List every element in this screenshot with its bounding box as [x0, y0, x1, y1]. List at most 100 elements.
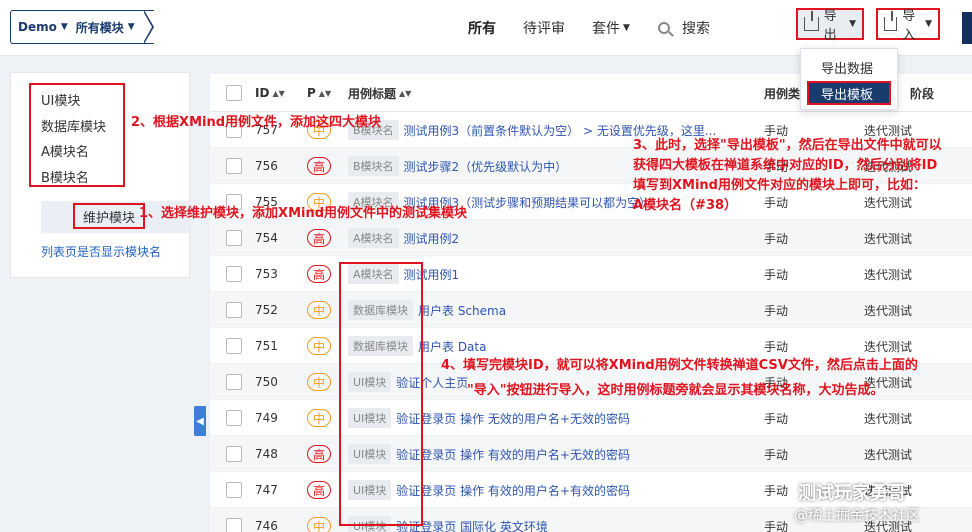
case-id[interactable]: 750 [255, 364, 278, 400]
create-button-edge[interactable] [962, 12, 972, 44]
export-label: 导出 [823, 9, 837, 43]
sort-icon: ▲▼ [318, 88, 332, 98]
annotation-3-line: A模块名（#38） [633, 198, 738, 214]
case-id[interactable]: 753 [255, 256, 278, 292]
table-row[interactable]: 753 高 A模块名 测试用例1 手动 迭代测试 [210, 256, 972, 292]
sidebar-item-b[interactable]: B模块名 [41, 167, 89, 186]
watermark-subtitle: @稀土掘金技术社区 [794, 508, 920, 524]
case-type: 手动 [764, 411, 789, 426]
module-tag: A模块名 [348, 228, 399, 248]
priority-badge: 高 [307, 157, 331, 175]
chevron-down-icon: ▼ [623, 23, 630, 33]
module-tag: B模块名 [348, 156, 399, 176]
annotation-3: 3、此时，选择"导出模板"，然后在导出文件中就可以 获得四大模板在禅道系统中对应… [633, 136, 942, 217]
chevron-down-icon: ▼ [127, 22, 135, 32]
col-priority-label: P [307, 86, 316, 100]
case-id[interactable]: 754 [255, 220, 278, 256]
select-all-checkbox[interactable] [226, 85, 242, 101]
collapse-sidebar-button[interactable]: ◀ [194, 406, 206, 436]
row-checkbox[interactable] [226, 446, 242, 462]
table-row[interactable]: 749 中 UI模块 验证登录页 操作 无效的用户名+无效的密码 手动 迭代测试 [210, 400, 972, 436]
tab-suite[interactable]: 套件 ▼ [592, 0, 630, 56]
case-type: 手动 [764, 231, 789, 246]
case-id[interactable]: 749 [255, 400, 278, 436]
row-checkbox[interactable] [226, 266, 242, 282]
case-title-link[interactable]: 测试用例2 [404, 230, 460, 247]
export-template-item[interactable]: 导出模板 [807, 81, 891, 105]
case-id[interactable]: 752 [255, 292, 278, 328]
priority-badge: 高 [307, 265, 331, 283]
case-id[interactable]: 747 [255, 472, 278, 508]
annotation-3-line: 填写到XMind用例文件对应的模块上即可，比如： [633, 178, 926, 194]
table-row[interactable]: 754 高 A模块名 测试用例2 手动 迭代测试 [210, 220, 972, 256]
case-stage: 迭代测试 [864, 447, 913, 462]
col-id[interactable]: ID ▲▼ [255, 74, 285, 112]
search-icon [658, 22, 670, 34]
sidebar-item-database[interactable]: 数据库模块 [41, 116, 106, 135]
import-icon [884, 11, 898, 31]
product-breadcrumb[interactable]: Demo ▼ 所有模块 ▼ [10, 10, 154, 44]
case-type: 手动 [764, 267, 789, 282]
search-label: 搜索 [682, 21, 710, 37]
product-name[interactable]: Demo [18, 20, 57, 34]
module-name[interactable]: 所有模块 [76, 19, 124, 36]
case-id[interactable]: 751 [255, 328, 278, 364]
chevron-down-icon: ▼ [60, 22, 68, 32]
row-checkbox[interactable] [226, 518, 242, 532]
search-button[interactable]: 搜索 [658, 0, 710, 56]
table-row[interactable]: 752 中数据库模块 用户表 Schema 手动 迭代测试 [210, 292, 972, 328]
row-checkbox[interactable] [226, 374, 242, 390]
case-title-link[interactable]: 验证登录页 操作 无效的用户名+无效的密码 [396, 410, 630, 427]
priority-badge: 高 [307, 445, 331, 463]
annotation-3-line: 3、此时，选择"导出模板"，然后在导出文件中就可以 [633, 138, 942, 153]
annotation-4-line: "导入"按钮进行导入，这时用例标题旁就会显示其模块名称，大功告成。 [467, 382, 884, 398]
annotation-2: 2、根据XMind用例文件，添加这四大模块 [131, 115, 382, 130]
priority-badge: 中 [307, 337, 331, 355]
export-button[interactable]: 导出 ▼ [796, 8, 864, 43]
title-cell: B模块名 测试步骤2（优先级默认为中） [348, 148, 567, 184]
col-stage[interactable]: 阶段 [910, 74, 934, 112]
case-id[interactable]: 756 [255, 148, 278, 184]
show-module-name-link[interactable]: 列表页是否显示模块名 [41, 243, 161, 260]
sort-icon: ▲▼ [272, 88, 285, 98]
case-stage: 迭代测试 [864, 303, 913, 318]
sidebar-item-ui[interactable]: UI模块 [41, 90, 80, 109]
table-row[interactable]: 748 高 UI模块 验证登录页 操作 有效的用户名+无效的密码 手动 迭代测试 [210, 436, 972, 472]
case-title-link[interactable]: 验证登录页 操作 有效的用户名+有效的密码 [396, 482, 630, 499]
tab-review[interactable]: 待评审 [523, 0, 565, 56]
chevron-down-icon: ▼ [849, 19, 856, 29]
watermark-title: 测试玩家勇哥 [798, 483, 906, 504]
row-checkbox[interactable] [226, 230, 242, 246]
export-icon [804, 11, 819, 31]
annotation-4-line: 4、填写完模块ID，就可以将XMind用例文件转换禅道CSV文件，然后点击上面的 [441, 358, 918, 373]
maintain-modules-button[interactable]: 维护模块 [73, 203, 145, 229]
case-title-link[interactable]: 用户表 Data [418, 338, 486, 355]
chevron-left-icon: ◀ [196, 415, 204, 427]
priority-badge: 中 [307, 409, 331, 427]
case-id[interactable]: 748 [255, 436, 278, 472]
row-checkbox[interactable] [226, 482, 242, 498]
priority-badge: 高 [307, 229, 331, 247]
col-priority[interactable]: P ▲▼ [307, 74, 331, 112]
case-stage: 迭代测试 [864, 267, 913, 282]
case-title-link[interactable]: 测试步骤2（优先级默认为中） [404, 158, 568, 175]
case-stage: 迭代测试 [864, 231, 913, 246]
case-title-link[interactable]: 验证登录页 操作 有效的用户名+无效的密码 [396, 446, 630, 463]
import-button[interactable]: 导入 ▼ [876, 8, 940, 43]
row-checkbox[interactable] [226, 410, 242, 426]
tab-all[interactable]: 所有 [468, 0, 496, 56]
tab-suite-label: 套件 [592, 21, 620, 37]
row-checkbox[interactable] [226, 338, 242, 354]
export-data-item[interactable]: 导出数据 [801, 55, 897, 79]
case-title-link[interactable]: 用户表 Schema [418, 302, 506, 319]
col-title[interactable]: 用例标题 ▲▼ [348, 74, 411, 112]
priority-badge: 中 [307, 373, 331, 391]
col-type[interactable]: 用例类 [764, 74, 800, 112]
import-label: 导入 [902, 9, 916, 43]
module-sidebar: UI模块 数据库模块 A模块名 B模块名 维护模块 列表页是否显示模块名 [10, 72, 191, 278]
row-checkbox[interactable] [226, 158, 242, 174]
case-stage: 迭代测试 [864, 411, 913, 426]
case-id[interactable]: 746 [255, 508, 278, 532]
sidebar-item-a[interactable]: A模块名 [41, 141, 89, 160]
row-checkbox[interactable] [226, 302, 242, 318]
